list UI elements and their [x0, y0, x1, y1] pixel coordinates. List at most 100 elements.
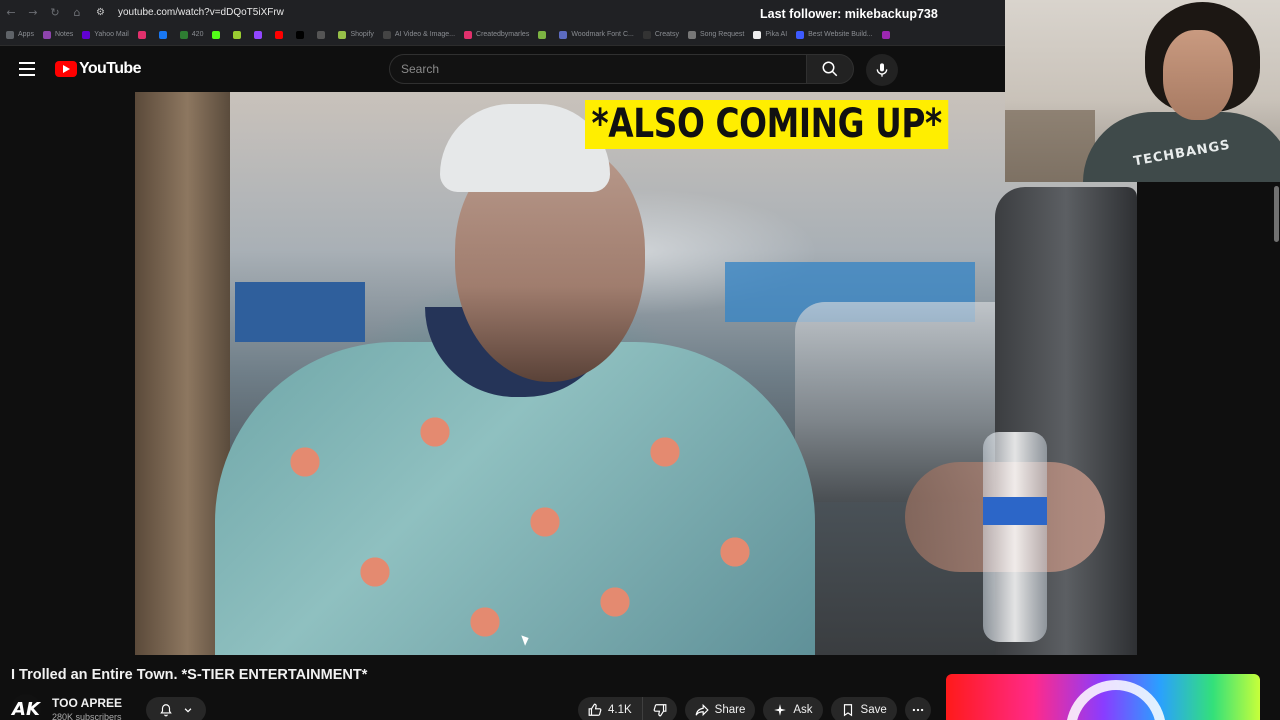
bookmark-item[interactable]: Createdbymarles	[464, 30, 530, 39]
bookmark-item[interactable]	[212, 30, 224, 39]
bookmark-item[interactable]	[881, 30, 894, 39]
address-bar[interactable]: ⚙ youtube.com/watch?v=dDQoT5iXFrw	[96, 3, 736, 21]
bookmark-item[interactable]: Song Request	[687, 30, 745, 39]
bookmark-favicon-icon	[82, 30, 91, 39]
channel-avatar[interactable]: AK	[11, 694, 41, 720]
reload-icon[interactable]: ↻	[44, 0, 66, 24]
microphone-icon	[876, 63, 888, 77]
bookmark-favicon-icon	[559, 30, 568, 39]
bookmark-favicon-icon	[275, 30, 284, 39]
bookmark-favicon-icon	[317, 30, 326, 39]
stream-last-follower: Last follower: mikebackup738	[760, 7, 938, 21]
bookmark-favicon-icon	[254, 30, 263, 39]
search-button[interactable]	[806, 54, 854, 84]
bookmark-label: Creatsy	[654, 31, 679, 38]
channel-name[interactable]: TOO APREE	[52, 696, 122, 710]
bookmark-icon	[843, 704, 852, 717]
streamer-webcam: TECHBANGS	[1005, 0, 1280, 182]
bookmark-favicon-icon	[538, 30, 547, 39]
bookmark-item[interactable]: 420	[179, 30, 204, 39]
youtube-logo-text: YouTube	[79, 60, 141, 77]
video-actions: 4.1K Share Ask Save	[578, 697, 931, 720]
sparkle-icon	[774, 704, 787, 716]
home-icon[interactable]: ⌂	[66, 0, 88, 24]
sponsored-banner[interactable]	[946, 674, 1260, 720]
bookmark-item[interactable]: Creatsy	[642, 30, 679, 39]
bookmark-item[interactable]	[137, 30, 150, 39]
bookmark-item[interactable]	[538, 30, 550, 39]
page-scrollbar[interactable]	[1272, 182, 1280, 720]
bookmark-label: Apps	[18, 31, 34, 38]
bookmark-label: Createdbymarles	[476, 31, 530, 38]
bookmark-favicon-icon	[137, 30, 146, 39]
like-dislike-group: 4.1K	[578, 697, 677, 720]
back-icon[interactable]: ←	[0, 0, 22, 24]
bookmark-label: Woodmark Font C...	[571, 31, 634, 38]
search-input[interactable]	[390, 55, 806, 83]
notification-bell-button[interactable]	[146, 697, 206, 720]
bookmark-item[interactable]: Best Website Build...	[796, 30, 873, 39]
bookmarks-bar: Apps Notes Yahoo Mail 420 Shopify AI Video & …	[0, 24, 1005, 46]
bookmark-favicon-icon	[382, 30, 391, 39]
bookmark-favicon-icon	[338, 30, 347, 39]
subscriber-count: 280K subscribers	[52, 712, 122, 720]
bookmark-item[interactable]: Shopify	[338, 30, 374, 39]
search-icon	[822, 61, 838, 77]
video-player[interactable]: *ALSO COMING UP*	[135, 92, 1137, 655]
bookmark-label: Shopify	[350, 31, 374, 38]
bookmark-item[interactable]	[275, 30, 287, 39]
share-button[interactable]: Share	[684, 697, 756, 720]
bookmark-favicon-icon	[464, 30, 473, 39]
share-label: Share	[714, 704, 746, 716]
save-label: Save	[860, 704, 887, 716]
voice-search-button[interactable]	[866, 54, 898, 86]
url-text[interactable]: youtube.com/watch?v=dDQoT5iXFrw	[118, 7, 284, 18]
bookmark-item[interactable]: Yahoo Mail	[82, 30, 129, 39]
forward-icon[interactable]: →	[22, 0, 44, 24]
bookmark-favicon-icon	[796, 30, 805, 39]
search-box[interactable]	[389, 54, 806, 84]
chevron-down-icon	[184, 708, 192, 713]
bookmark-item[interactable]	[254, 30, 266, 39]
bookmark-item[interactable]: AI Video & Image...	[382, 30, 456, 39]
bookmark-favicon-icon	[158, 30, 167, 39]
like-button[interactable]: 4.1K	[578, 697, 643, 720]
scrollbar-thumb[interactable]	[1274, 186, 1279, 242]
site-info-icon[interactable]: ⚙	[96, 7, 112, 18]
thumbs-down-icon	[653, 704, 667, 717]
bookmark-item[interactable]: Notes	[42, 30, 74, 39]
video-title: I Trolled an Entire Town. *S-TIER ENTERT…	[11, 667, 368, 683]
more-actions-button[interactable]	[904, 697, 931, 720]
bookmark-item[interactable]: Apps	[6, 30, 34, 39]
bookmark-label: 420	[191, 31, 204, 38]
bookmark-label: Best Website Build...	[808, 31, 873, 38]
video-frame-water-bottle	[983, 432, 1047, 642]
webcam-face	[1163, 30, 1233, 120]
bookmark-label: Notes	[54, 31, 74, 38]
video-caption-overlay: *ALSO COMING UP*	[585, 100, 949, 149]
bookmark-item[interactable]	[158, 30, 171, 39]
video-frame-bottle-label	[983, 497, 1047, 525]
bookmark-favicon-icon	[687, 30, 696, 39]
bookmark-item[interactable]: Pika AI	[753, 30, 788, 39]
bookmark-item[interactable]: Woodmark Font C...	[559, 30, 634, 39]
ask-button[interactable]: Ask	[763, 697, 823, 720]
bookmark-label: Pika AI	[765, 31, 788, 38]
bookmark-item[interactable]	[317, 30, 329, 39]
bookmark-label: Yahoo Mail	[94, 31, 129, 38]
bookmark-label: AI Video & Image...	[394, 31, 456, 38]
bookmark-label: Song Request	[699, 31, 745, 38]
youtube-logo[interactable]: YouTube	[55, 60, 141, 78]
save-button[interactable]: Save	[830, 697, 897, 720]
bookmark-favicon-icon	[212, 30, 221, 39]
bookmark-favicon-icon	[6, 30, 14, 39]
bookmark-favicon-icon	[753, 30, 762, 39]
bookmark-favicon-icon	[233, 30, 242, 39]
thumbs-up-icon	[588, 703, 602, 716]
dislike-button[interactable]	[642, 697, 677, 720]
bookmark-item[interactable]	[233, 30, 245, 39]
hamburger-menu-icon[interactable]	[14, 58, 40, 80]
bookmark-favicon-icon	[881, 30, 890, 39]
bookmark-item[interactable]	[296, 30, 308, 39]
secondary-column	[1137, 182, 1280, 720]
